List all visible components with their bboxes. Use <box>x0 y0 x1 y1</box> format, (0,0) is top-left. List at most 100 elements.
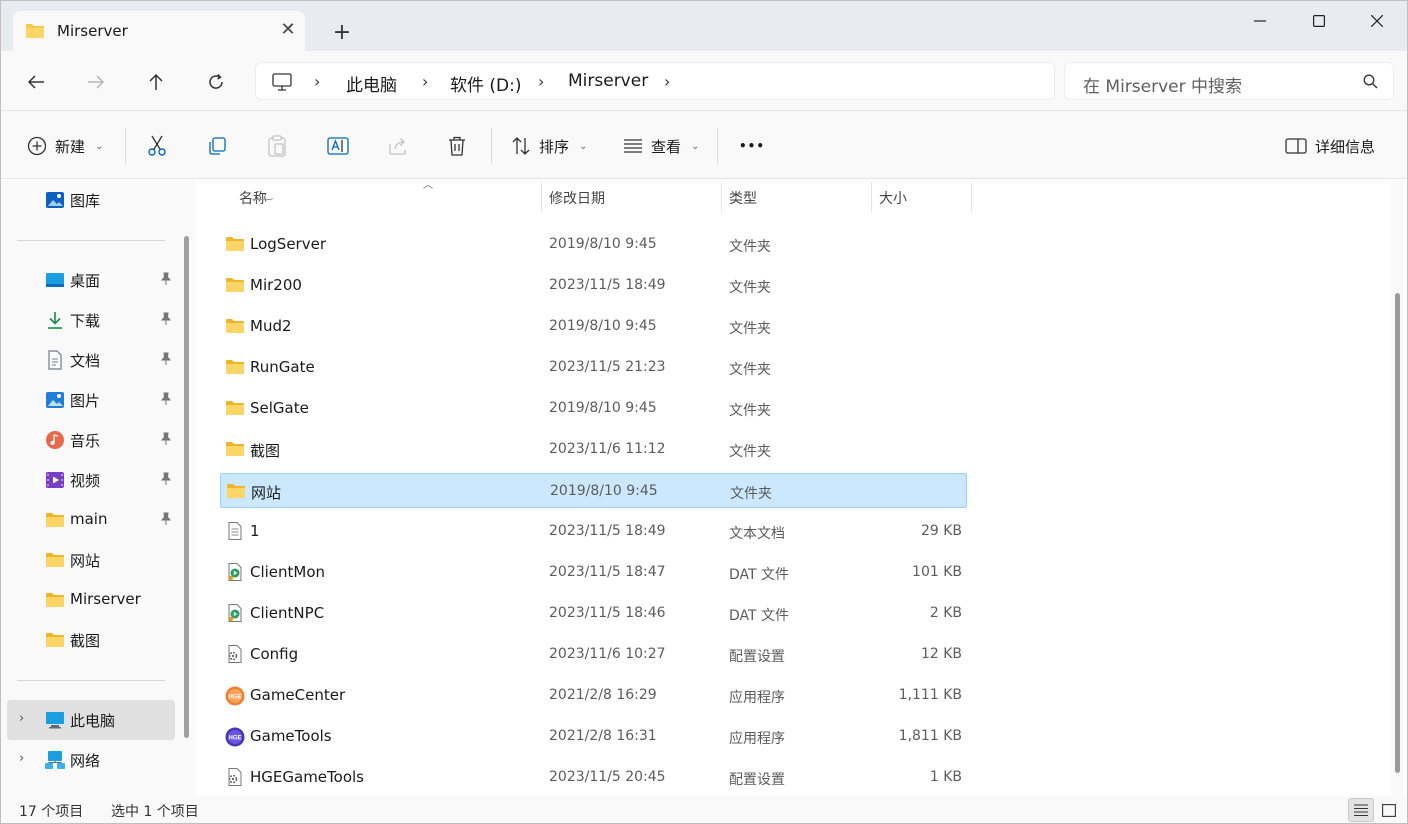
sidebar-item-videos[interactable]: 视频 <box>1 460 177 500</box>
sidebar-label: 此电脑 <box>70 712 116 730</box>
delete-button[interactable] <box>447 131 467 161</box>
column-divider[interactable] <box>721 182 722 212</box>
file-size: 12 KB <box>920 646 962 662</box>
close-tab-icon[interactable]: ✕ <box>277 19 299 41</box>
file-type: 配置设置 <box>729 772 785 788</box>
sidebar-label: main <box>70 510 108 528</box>
sidebar-item-music[interactable]: 音乐 <box>1 420 177 460</box>
file-row[interactable]: Config 2023/11/6 10:27 配置设置 12 KB <box>220 637 967 672</box>
tab-mirserver[interactable]: Mirserver ✕ <box>13 11 305 51</box>
file-row[interactable]: HGE GameCenter 2021/2/8 16:29 应用程序 1,111 KB <box>220 678 967 713</box>
sidebar-item-downloads[interactable]: 下载 <box>1 300 177 340</box>
chevron-right-icon: › <box>538 72 545 91</box>
file-name: Mud2 <box>250 317 292 335</box>
copy-button[interactable] <box>207 131 227 161</box>
minimize-button[interactable] <box>1231 1 1289 41</box>
chevron-right-icon[interactable]: › <box>19 711 24 726</box>
refresh-button[interactable] <box>199 65 233 99</box>
sidebar-item-website[interactable]: 网站 <box>1 540 177 580</box>
forward-button[interactable] <box>79 65 113 99</box>
sidebar-item-mirserver[interactable]: Mirserver <box>1 580 177 620</box>
chevron-right-icon[interactable]: › <box>19 751 24 766</box>
selected-count: 选中 1 个项目 <box>111 804 199 820</box>
partially-hidden-row <box>250 198 290 208</box>
command-bar: 新建 ⌄ 排序 ⌄ 查看 ⌄ ••• 详细信息 <box>1 111 1407 179</box>
sidebar-item-pictures[interactable]: 图片 <box>1 380 177 420</box>
pin-icon <box>160 352 172 365</box>
folder-icon <box>46 633 64 647</box>
view-list-icon <box>624 139 642 153</box>
file-row[interactable]: LogServer 2019/8/10 9:45 文件夹 <box>220 227 967 262</box>
file-size: 1,111 KB <box>898 687 962 703</box>
search-box[interactable]: 在 Mirserver 中搜索 <box>1064 62 1394 100</box>
sidebar-item-desktop[interactable]: 桌面 <box>1 260 177 300</box>
details-view-button[interactable] <box>1348 798 1374 822</box>
sidebar-item-documents[interactable]: 文档 <box>1 340 177 380</box>
address-bar[interactable]: › 此电脑 › 软件 (D:) › Mirserver › <box>255 62 1055 100</box>
sidebar-item-screenshots[interactable]: 截图 <box>1 620 177 660</box>
file-row[interactable]: 1 2023/11/5 18:49 文本文档 29 KB <box>220 514 967 549</box>
sidebar-item-main[interactable]: main <box>1 500 177 540</box>
file-row[interactable]: 网站 2019/8/10 9:45 文件夹 <box>220 473 967 508</box>
back-button[interactable] <box>19 65 53 99</box>
file-name: ClientNPC <box>250 604 325 622</box>
new-tab-button[interactable]: + <box>327 19 357 49</box>
arrow-left-icon <box>27 75 44 89</box>
file-name: GameCenter <box>250 686 346 704</box>
view-button[interactable]: 查看 ⌄ <box>623 131 699 161</box>
file-row[interactable]: 截图 2023/11/6 11:12 文件夹 <box>220 432 967 467</box>
sidebar-scrollbar[interactable] <box>184 236 189 738</box>
column-header-size[interactable]: 大小 <box>879 180 969 212</box>
file-list-scrollbar-thumb[interactable] <box>1395 293 1400 773</box>
breadcrumb-this-pc[interactable]: 此电脑 <box>346 71 397 96</box>
sidebar-item-network[interactable]: › 网络 <box>1 740 177 780</box>
file-type: 配置设置 <box>729 649 785 665</box>
share-button[interactable] <box>387 131 409 161</box>
close-window-button[interactable] <box>1348 1 1406 41</box>
tiles-view-icon <box>1382 803 1396 817</box>
sort-button[interactable]: 排序 ⌄ <box>511 131 587 161</box>
new-button[interactable]: 新建 ⌄ <box>27 131 103 161</box>
folder-icon <box>225 358 245 376</box>
column-header-modified[interactable]: 修改日期 <box>549 180 721 212</box>
maximize-button[interactable] <box>1290 1 1348 41</box>
details-pane-button[interactable]: 详细信息 <box>1285 131 1375 161</box>
column-divider[interactable] <box>971 182 972 212</box>
column-header-type[interactable]: 类型 <box>729 180 871 212</box>
more-icon: ••• <box>739 139 766 153</box>
sort-icon <box>512 137 530 155</box>
sidebar-divider <box>17 680 165 681</box>
column-divider[interactable] <box>871 182 872 212</box>
column-modified-label: 修改日期 <box>549 191 605 207</box>
more-options-button[interactable]: ••• <box>739 131 765 161</box>
file-row[interactable]: ClientNPC 2023/11/5 18:46 DAT 文件 2 KB <box>220 596 967 631</box>
sidebar-item-this-pc[interactable]: › 此电脑 <box>7 700 175 740</box>
file-size: 1 KB <box>929 769 962 785</box>
breadcrumb-mirserver[interactable]: Mirserver <box>568 71 648 91</box>
column-divider[interactable] <box>541 182 542 212</box>
file-name: Mir200 <box>250 276 302 294</box>
media-file-icon <box>225 604 245 622</box>
file-row[interactable]: HGE GameTools 2021/2/8 16:31 应用程序 1,811 KB <box>220 719 967 754</box>
maximize-icon <box>1313 15 1325 27</box>
folder-icon <box>225 235 245 253</box>
cut-button[interactable] <box>147 131 167 161</box>
media-file-icon <box>225 563 245 581</box>
file-modified-date: 2023/11/6 11:12 <box>549 441 666 457</box>
file-row[interactable]: ClientMon 2023/11/5 18:47 DAT 文件 101 KB <box>220 555 967 590</box>
details-view-icon <box>1354 804 1368 816</box>
up-button[interactable] <box>139 65 173 99</box>
file-row[interactable]: SelGate 2019/8/10 9:45 文件夹 <box>220 391 967 426</box>
pin-icon <box>160 272 172 285</box>
rename-button[interactable] <box>327 131 349 161</box>
breadcrumb-drive-d[interactable]: 软件 (D:) <box>450 71 522 96</box>
file-modified-date: 2021/2/8 16:31 <box>549 728 657 744</box>
file-explorer-window: Mirserver ✕ + › 此电脑 › 软件 (D:) › Mirserve… <box>0 0 1408 824</box>
file-row[interactable]: Mir200 2023/11/5 18:49 文件夹 <box>220 268 967 303</box>
sidebar-item-gallery[interactable]: 图库 <box>1 180 177 220</box>
file-row[interactable]: Mud2 2019/8/10 9:45 文件夹 <box>220 309 967 344</box>
file-row[interactable]: RunGate 2023/11/5 21:23 文件夹 <box>220 350 967 385</box>
paste-button[interactable] <box>267 131 287 161</box>
tiles-view-button[interactable] <box>1376 798 1402 822</box>
file-row[interactable]: HGEGameTools 2023/11/5 20:45 配置设置 1 KB <box>220 760 967 795</box>
